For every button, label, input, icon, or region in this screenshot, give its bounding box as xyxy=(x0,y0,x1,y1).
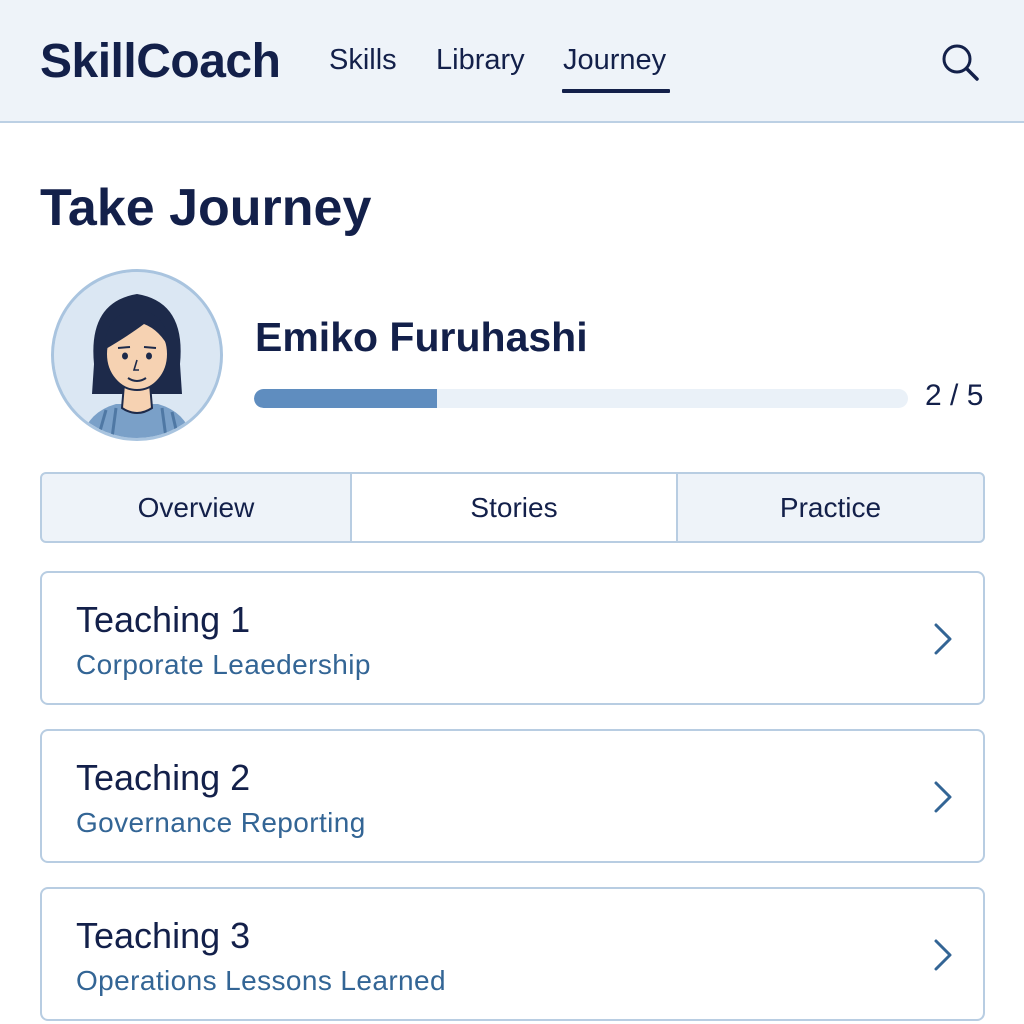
teaching-title: Teaching 3 xyxy=(76,915,251,956)
chevron-right-icon xyxy=(934,939,952,971)
teaching-subtitle: Corporate Leaedership xyxy=(76,649,371,680)
chevron-right-icon xyxy=(934,781,952,813)
teaching-card-3[interactable]: Teaching 3 Operations Lessons Learned xyxy=(40,887,985,1021)
avatar xyxy=(51,269,223,441)
nav-library[interactable]: Library xyxy=(436,44,525,77)
tab-practice[interactable]: Practice xyxy=(676,474,983,541)
page-title: Take Journey xyxy=(40,179,372,237)
chevron-right-icon xyxy=(934,623,952,655)
teaching-card-1[interactable]: Teaching 1 Corporate Leaedership xyxy=(40,571,985,705)
search-button[interactable] xyxy=(938,40,982,84)
journey-progress-bar xyxy=(254,389,908,408)
tab-overview[interactable]: Overview xyxy=(42,474,350,541)
teaching-subtitle: Governance Reporting xyxy=(76,807,366,838)
search-icon xyxy=(942,44,979,81)
active-nav-indicator xyxy=(562,89,670,93)
teaching-title: Teaching 1 xyxy=(76,599,251,640)
progress-fill xyxy=(254,389,438,408)
top-header: SkillCoach Skills Library Journey xyxy=(0,0,1024,123)
progress-count: 2 / 5 xyxy=(925,379,984,412)
nav-journey[interactable]: Journey xyxy=(563,44,666,77)
tab-stories[interactable]: Stories xyxy=(350,474,676,541)
journey-tabs: Overview Stories Practice xyxy=(40,472,985,543)
teaching-title: Teaching 2 xyxy=(76,757,251,798)
nav-skills[interactable]: Skills xyxy=(329,44,397,77)
profile-name: Emiko Furuhashi xyxy=(255,314,588,360)
brand-logo[interactable]: SkillCoach xyxy=(40,34,281,89)
person-avatar-icon xyxy=(54,272,220,438)
teaching-card-2[interactable]: Teaching 2 Governance Reporting xyxy=(40,729,985,863)
teaching-subtitle: Operations Lessons Learned xyxy=(76,965,446,996)
